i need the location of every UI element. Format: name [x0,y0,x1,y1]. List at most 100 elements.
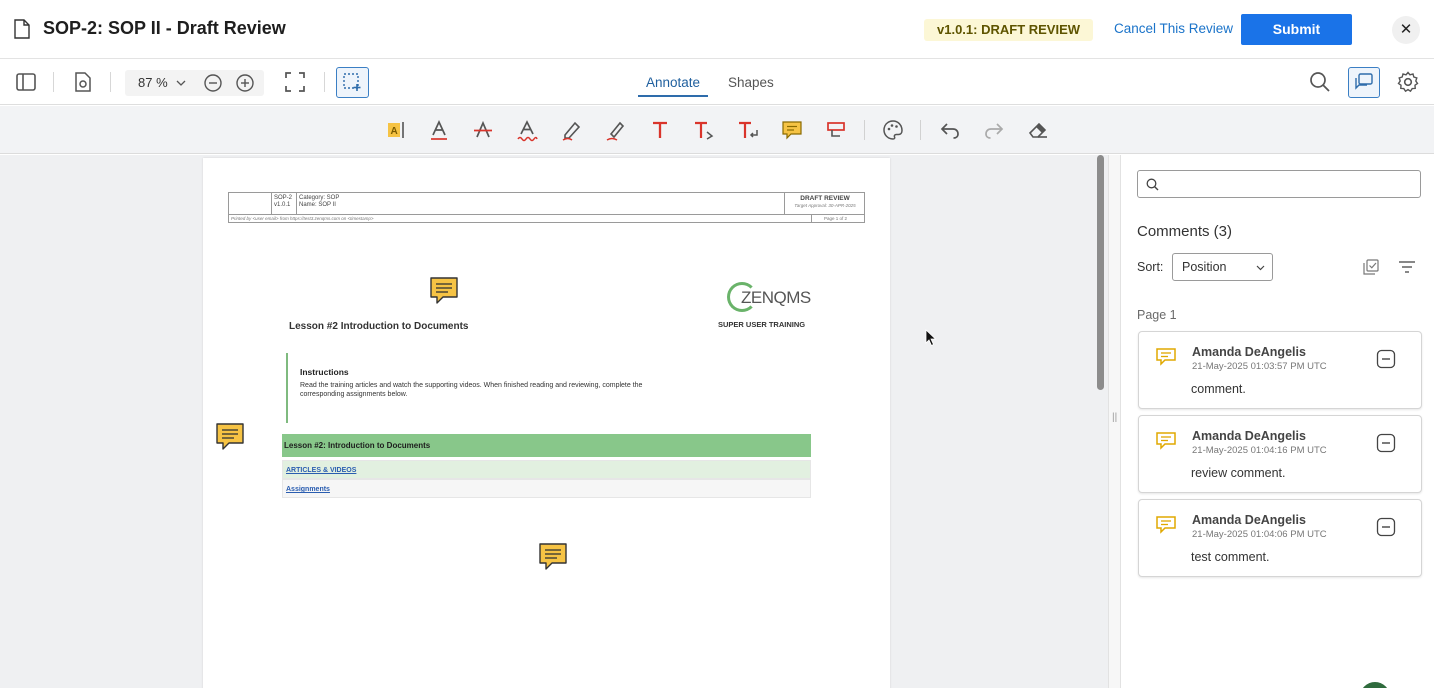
lesson-table-header: Lesson #2: Introduction to Documents [282,434,811,457]
marquee-select-icon [343,73,361,91]
logo-text: ZENQMS [741,288,811,307]
undo-icon[interactable] [938,118,962,142]
mouse-cursor-icon [925,329,937,347]
document-viewer[interactable]: SOP-2 v1.0.1 Category: SOP Name: SOP II … [0,155,1108,688]
doc-version: v1.0.1 [274,202,291,208]
replace-text-icon[interactable] [736,118,760,142]
lesson-title: Lesson #2 Introduction to Documents [289,321,469,332]
collapse-icon[interactable] [1376,433,1396,453]
sort-value: Position [1182,260,1227,274]
insert-text-icon[interactable] [692,118,716,142]
sort-select[interactable]: Position [1172,253,1273,281]
collapse-icon[interactable] [1376,349,1396,369]
toolbar-divider [920,120,921,140]
instructions-text: Read the training articles and watch the… [300,382,643,398]
status-badge: v1.0.1: DRAFT REVIEW [924,19,1094,41]
toolbar-divider [110,72,111,92]
page-count: Page 1 of 2 [811,215,864,223]
main-toolbar: 87 % Annotate Shapes [0,60,1434,105]
toolbar-divider [324,72,325,92]
palette-icon[interactable] [881,118,905,142]
grip-icon: || [1112,412,1118,423]
collapse-icon[interactable] [1376,517,1396,537]
comment-card[interactable]: Amanda DeAngelis 21-May-2025 01:04:16 PM… [1138,415,1422,493]
gear-icon[interactable] [1396,70,1420,94]
zenqms-logo: ZENQMS [727,282,817,314]
freehand-highlight-icon[interactable] [604,118,628,142]
panel-resize-handle[interactable]: || [1108,155,1121,688]
eraser-icon[interactable] [1026,118,1050,142]
zoom-value[interactable]: 87 % [138,75,168,90]
instructions-title: Instructions [300,367,349,377]
comment-timestamp: 21-May-2025 01:04:06 PM UTC [1192,529,1327,540]
comments-panel: Comments (3) Sort: Position Page 1 Amand… [1122,155,1434,688]
top-header: SOP-2: SOP II - Draft Review v1.0.1: DRA… [0,0,1434,59]
sticky-note-icon [1156,516,1176,534]
header-meta-cell: Category: SOP Name: SOP II [297,193,785,214]
header-id-cell: SOP-2 v1.0.1 [272,193,297,214]
assignments-link[interactable]: Assignments [282,479,811,498]
zoom-control: 87 % [125,70,264,96]
instructions-block: Instructions Read the training articles … [286,353,666,423]
comment-marker-icon[interactable] [429,276,459,306]
select-multiple-icon[interactable] [1362,258,1380,276]
toolbar-divider [864,120,865,140]
doc-category: Category: SOP [299,195,340,201]
comment-timestamp: 21-May-2025 01:04:16 PM UTC [1192,445,1327,456]
callout-icon[interactable] [824,118,848,142]
sort-label: Sort: [1137,260,1164,274]
comment-marker-icon[interactable] [215,422,245,452]
page-settings-icon[interactable] [71,70,95,94]
redo-icon[interactable] [982,118,1006,142]
comment-marker-icon[interactable] [538,542,568,572]
free-text-icon[interactable] [648,118,672,142]
comment-search-input[interactable] [1164,175,1414,193]
document-page[interactable]: SOP-2 v1.0.1 Category: SOP Name: SOP II … [203,158,890,688]
comment-card[interactable]: Amanda DeAngelis 21-May-2025 01:04:06 PM… [1138,499,1422,577]
underline-text-icon[interactable] [427,118,451,142]
tab-shapes[interactable]: Shapes [728,75,774,90]
comment-card[interactable]: Amanda DeAngelis 21-May-2025 01:03:57 PM… [1138,331,1422,409]
zoom-in-icon[interactable] [235,73,255,93]
articles-videos-link[interactable]: ARTICLES & VIDEOS [282,460,811,479]
chevron-down-icon [1256,265,1265,271]
sticky-note-icon [1156,432,1176,450]
header-printed-by: Printed by <user email> from https://tes… [229,214,864,223]
freehand-pen-icon[interactable] [560,118,584,142]
doc-status: DRAFT REVIEW [800,195,850,202]
page-title: SOP-2: SOP II - Draft Review [43,18,286,38]
cancel-review-link[interactable]: Cancel This Review [1114,21,1233,36]
comment-author: Amanda DeAngelis [1192,513,1306,527]
comment-timestamp: 21-May-2025 01:03:57 PM UTC [1192,361,1327,372]
search-icon[interactable] [1308,70,1332,94]
sticky-note-icon[interactable] [780,118,804,142]
document-review-app: SOP-2: SOP II - Draft Review v1.0.1: DRA… [0,0,1434,688]
filter-icon[interactable] [1398,258,1416,276]
comment-author: Amanda DeAngelis [1192,429,1306,443]
header-status-cell: DRAFT REVIEW Target Approval: 30-APR-202… [785,193,865,214]
sticky-note-icon [1156,348,1176,366]
area-select-tool[interactable] [336,67,369,98]
chevron-down-icon[interactable] [175,77,187,89]
sidebar-toggle-icon[interactable] [14,70,38,94]
logo-subtitle: SUPER USER TRAINING [718,320,806,329]
highlight-text-icon[interactable]: A [384,118,408,142]
squiggly-text-icon[interactable] [515,118,539,142]
comment-text: test comment. [1191,550,1270,564]
comment-text: review comment. [1191,466,1286,480]
doc-target-approval: Target Approval: 30-APR-2025 [794,203,856,208]
comment-text: comment. [1191,382,1246,396]
comments-heading: Comments (3) [1137,223,1233,240]
strikeout-text-icon[interactable] [471,118,495,142]
tab-annotate[interactable]: Annotate [646,75,700,90]
close-button[interactable]: ✕ [1392,16,1420,44]
fullscreen-icon[interactable] [283,70,307,94]
comment-search[interactable] [1137,170,1421,198]
zoom-out-icon[interactable] [203,73,223,93]
comments-panel-toggle[interactable] [1348,67,1380,98]
document-scrollbar[interactable] [1097,155,1104,390]
lesson-table: Lesson #2: Introduction to Documents ART… [282,434,811,498]
search-icon [1146,178,1159,191]
submit-button[interactable]: Submit [1241,14,1352,45]
comment-author: Amanda DeAngelis [1192,345,1306,359]
